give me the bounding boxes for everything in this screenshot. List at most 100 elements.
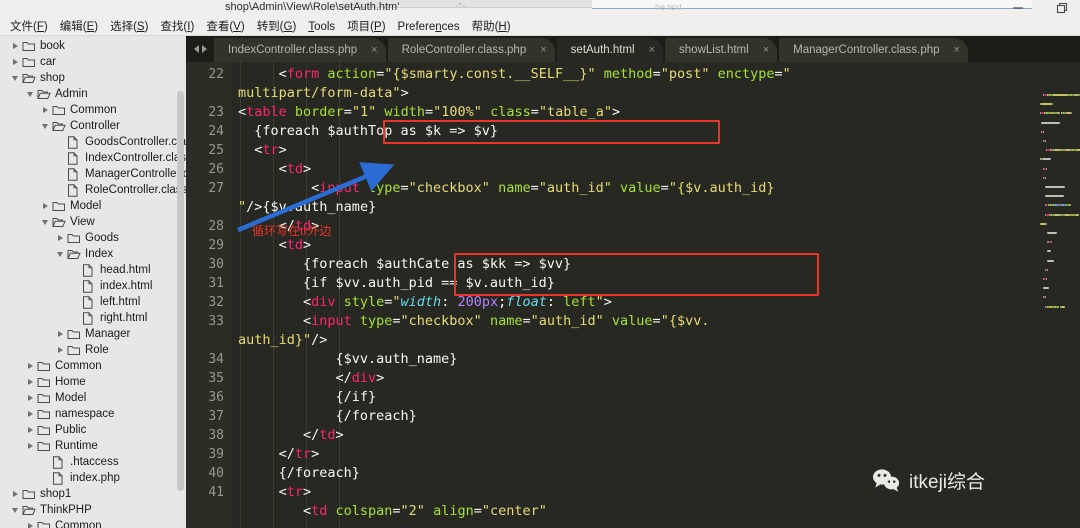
tree-twisty[interactable] [23, 443, 37, 449]
chevron-down-icon[interactable] [42, 123, 48, 129]
tree-folder-shop1[interactable]: shop1 [0, 486, 186, 502]
chevron-right-icon[interactable] [12, 59, 18, 65]
tree-twisty[interactable] [23, 427, 37, 433]
chevron-right-icon[interactable] [12, 491, 18, 497]
chevron-right-icon[interactable] [201, 45, 207, 53]
tree-folder-common[interactable]: Common [0, 102, 186, 118]
tree-twisty[interactable] [38, 107, 52, 113]
tree-folder-common[interactable]: Common [0, 358, 186, 374]
tree-twisty[interactable] [23, 411, 37, 417]
chevron-right-icon[interactable] [27, 443, 33, 449]
menu-item-1[interactable]: 文件(F) [4, 18, 54, 36]
chevron-right-icon[interactable] [57, 347, 63, 353]
tree-twisty[interactable] [8, 75, 22, 81]
tab-scroll-controls[interactable] [186, 36, 214, 62]
tree-folder-manager[interactable]: Manager [0, 326, 186, 342]
chevron-right-icon[interactable] [57, 235, 63, 241]
tab-close-icon[interactable]: × [540, 44, 546, 56]
tree-twisty[interactable] [23, 523, 37, 528]
tree-twisty[interactable] [8, 491, 22, 497]
sidebar-file-tree[interactable]: book car shop Admin Common Controller GoodsCon… [0, 36, 186, 528]
tree-twisty[interactable] [53, 347, 67, 353]
chevron-right-icon[interactable] [27, 427, 33, 433]
chevron-right-icon[interactable] [27, 379, 33, 385]
tree-twisty[interactable] [8, 43, 22, 49]
tab-indexcontroller-class-php[interactable]: IndexController.class.php × [214, 38, 386, 62]
menu-item-6[interactable]: 转到(G) [251, 18, 303, 36]
tab-close-icon[interactable]: × [649, 44, 655, 56]
tree-folder-runtime[interactable]: Runtime [0, 438, 186, 454]
tab-close-icon[interactable]: × [763, 44, 769, 56]
tree-folder-index[interactable]: Index [0, 246, 186, 262]
tree-twisty[interactable] [8, 59, 22, 65]
menu-item-8[interactable]: 项目(P) [341, 18, 391, 36]
menu-item-9[interactable]: Preferences [392, 18, 466, 36]
tree-folder-admin[interactable]: Admin [0, 86, 186, 102]
chevron-right-icon[interactable] [42, 203, 48, 209]
tree-folder-model[interactable]: Model [0, 198, 186, 214]
tree-folder-thinkphp[interactable]: ThinkPHP [0, 502, 186, 518]
tab-close-icon[interactable]: × [371, 44, 377, 56]
tree-file-managercontroller-class[interactable]: ManagerController.class [0, 166, 186, 182]
chevron-down-icon[interactable] [57, 251, 63, 257]
tree-file-goodscontroller-class-ph[interactable]: GoodsController.class.ph [0, 134, 186, 150]
tree-file-index-html[interactable]: index.html [0, 278, 186, 294]
chevron-down-icon[interactable] [42, 219, 48, 225]
tree-folder-book[interactable]: book [0, 38, 186, 54]
tab-close-icon[interactable]: × [954, 44, 960, 56]
tree-folder-public[interactable]: Public [0, 422, 186, 438]
chevron-right-icon[interactable] [57, 331, 63, 337]
menu-item-4[interactable]: 查找(I) [154, 18, 200, 36]
tree-twisty[interactable] [23, 395, 37, 401]
tree-twisty[interactable] [23, 379, 37, 385]
menu-item-3[interactable]: 选择(S) [104, 18, 154, 36]
chevron-down-icon[interactable] [12, 507, 18, 513]
tree-twisty[interactable] [53, 235, 67, 241]
tree-folder-role[interactable]: Role [0, 342, 186, 358]
chevron-right-icon[interactable] [27, 363, 33, 369]
chevron-right-icon[interactable] [12, 43, 18, 49]
tab-rolecontroller-class-php[interactable]: RoleController.class.php × [387, 38, 555, 62]
tree-file-left-html[interactable]: left.html [0, 294, 186, 310]
tree-twisty[interactable] [8, 507, 22, 513]
tree-twisty[interactable] [53, 331, 67, 337]
tree-twisty[interactable] [53, 251, 67, 257]
tree-file--htaccess[interactable]: .htaccess [0, 454, 186, 470]
tree-folder-common[interactable]: Common [0, 518, 186, 528]
tree-file-rolecontroller-class-php[interactable]: RoleController.class.php [0, 182, 186, 198]
tree-file-right-html[interactable]: right.html [0, 310, 186, 326]
tree-folder-controller[interactable]: Controller [0, 118, 186, 134]
minimize-button[interactable] [1006, 0, 1030, 16]
tree-twisty[interactable] [23, 91, 37, 97]
sidebar-scrollbar[interactable] [177, 91, 184, 491]
tree-twisty[interactable] [38, 219, 52, 225]
code-content[interactable]: <form action="{$smarty.const.__SELF__}" … [232, 62, 1080, 528]
tree-folder-namespace[interactable]: namespace [0, 406, 186, 422]
tab-showlist-html[interactable]: showList.html × [665, 38, 778, 62]
restore-button[interactable] [1050, 0, 1074, 16]
tab-setauth-html[interactable]: setAuth.html × [556, 38, 664, 62]
chevron-right-icon[interactable] [27, 523, 33, 528]
tree-file-indexcontroller-class-php[interactable]: IndexController.class.php [0, 150, 186, 166]
tree-folder-model[interactable]: Model [0, 390, 186, 406]
menu-item-2[interactable]: 编辑(E) [54, 18, 104, 36]
tree-file-index-php[interactable]: index.php [0, 470, 186, 486]
menu-item-10[interactable]: 帮助(H) [466, 18, 517, 36]
chevron-down-icon[interactable] [27, 91, 33, 97]
chevron-down-icon[interactable] [12, 75, 18, 81]
tree-file-head-html[interactable]: head.html [0, 262, 186, 278]
tree-twisty[interactable] [38, 203, 52, 209]
tree-folder-view[interactable]: View [0, 214, 186, 230]
tree-twisty[interactable] [23, 363, 37, 369]
tab-managercontroller-class-php[interactable]: ManagerController.class.php × [779, 38, 968, 62]
chevron-left-icon[interactable] [193, 45, 199, 53]
tree-folder-home[interactable]: Home [0, 374, 186, 390]
menu-item-7[interactable]: Tools [302, 18, 341, 36]
chevron-right-icon[interactable] [27, 411, 33, 417]
chevron-right-icon[interactable] [42, 107, 48, 113]
tree-folder-car[interactable]: car [0, 54, 186, 70]
code-editor-area[interactable]: 22 23 24 25 26 27 28 29 30 31 32 33 34 35 36 37 38 39 40 41… [186, 62, 1080, 528]
chevron-right-icon[interactable] [27, 395, 33, 401]
menu-item-5[interactable]: 查看(V) [200, 18, 250, 36]
tree-twisty[interactable] [38, 123, 52, 129]
